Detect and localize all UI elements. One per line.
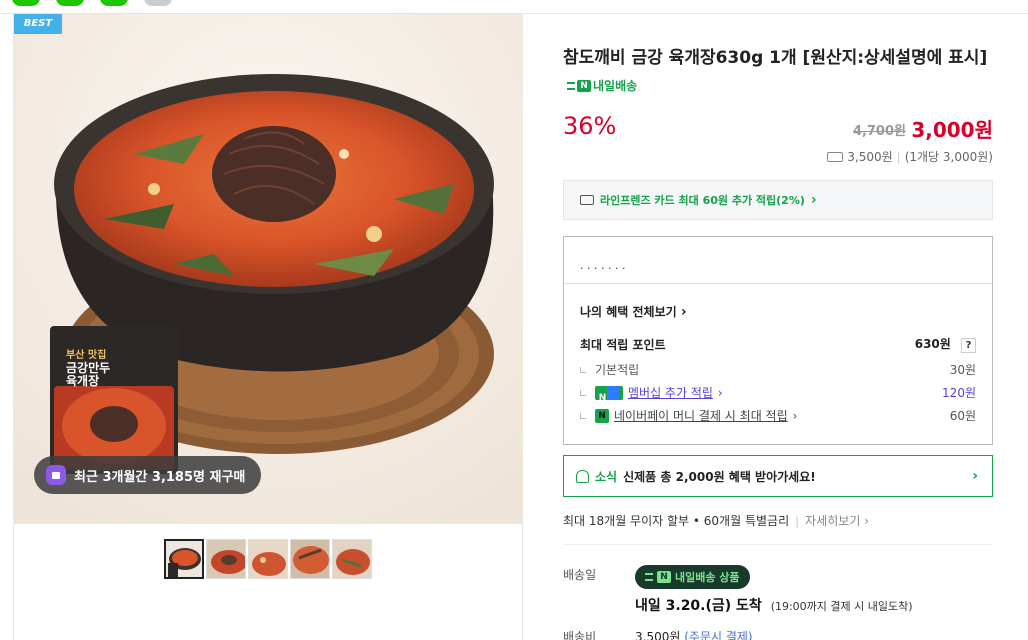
- max-points-value: 630원: [914, 337, 951, 351]
- benefit-box: · · · · · · · 나의 혜택 전체보기 › 최대 적립 포인트 630…: [563, 236, 993, 445]
- basic-points-row: 기본적립 30원: [580, 361, 976, 378]
- naver-pay-icon: N: [595, 408, 609, 423]
- chevron-right-icon: ›: [972, 468, 978, 484]
- thumbnail[interactable]: [164, 539, 204, 579]
- arrival-text: 내일 3.20.(금) 도착: [635, 598, 762, 614]
- chevron-right-icon: ›: [792, 408, 798, 423]
- package-label: 육개장: [66, 374, 100, 388]
- divider: [564, 283, 992, 284]
- credit-card-icon: [580, 195, 594, 205]
- product-title-text: 참도깨비 금강 육개장630g 1개 [원산지:상세설명에 표시]: [563, 48, 988, 68]
- shipping-fee-link[interactable]: (주문시 결제): [684, 630, 752, 640]
- tree-branch-icon: [580, 389, 586, 396]
- thumbnail-image: [207, 540, 245, 578]
- product-page: BEST 부산 맛집 금강만두 육개장 최근 3개월간 3,185명 재구매 참…: [0, 0, 1028, 640]
- shipping-fee-label: 배송비: [563, 630, 597, 640]
- basic-points-value: 30원: [949, 363, 976, 377]
- installment-text: 최대 18개월 무이자 할부 • 60개월 특별금리: [563, 514, 790, 528]
- naver-n-icon: N: [577, 80, 591, 92]
- top-chip[interactable]: [12, 0, 40, 6]
- chevron-right-icon: ›: [810, 192, 817, 208]
- delivery-chip-label: 내일배송 상품: [675, 571, 740, 584]
- card-benefit-banner[interactable]: 라인프렌즈 카드 최대 60원 추가 적립(2%) ›: [563, 180, 993, 220]
- chevron-right-icon: ›: [680, 304, 687, 320]
- clipped-text: · · · · · · ·: [580, 263, 625, 269]
- shipping-summary: 3,500원 | (1개당 3,000원): [827, 148, 993, 165]
- news-text: 신제품 총 2,000원 혜택 받아가세요!: [623, 469, 816, 484]
- top-chip[interactable]: [100, 0, 128, 6]
- repurchase-badge: 최근 3개월간 3,185명 재구매: [34, 456, 262, 494]
- thumbnail[interactable]: [206, 539, 246, 579]
- installment-info: 최대 18개월 무이자 할부 • 60개월 특별금리 | 자세히보기 ›: [563, 512, 869, 529]
- shopping-bag-icon: [46, 465, 66, 485]
- card-benefit-text: 라인프렌즈 카드 최대 60원 추가 적립(2%): [600, 194, 805, 207]
- tomorrow-delivery-tag: N 내일배송: [567, 72, 637, 100]
- news-banner[interactable]: 소식 신제품 총 2,000원 혜택 받아가세요! ›: [563, 455, 993, 497]
- arrival-date: 내일 3.20.(금) 도착 (19:00까지 결제 시 내일도착): [635, 595, 913, 615]
- naverpay-points-value: 60원: [949, 409, 976, 423]
- top-strip: [0, 0, 1028, 14]
- tree-branch-icon: [580, 366, 586, 373]
- view-all-benefits-link[interactable]: 나의 혜택 전체보기 ›: [580, 303, 687, 320]
- membership-points-link[interactable]: 멤버십 추가 적립: [628, 384, 713, 401]
- divider: [563, 544, 993, 545]
- truck-icon: [827, 151, 844, 162]
- top-chip[interactable]: [56, 0, 84, 6]
- top-chip[interactable]: [144, 0, 172, 6]
- news-tag: 소식: [595, 469, 618, 484]
- product-title: 참도깨비 금강 육개장630g 1개 [원산지:상세설명에 표시] N 내일배송: [563, 44, 993, 100]
- thumbnail-image: [249, 540, 287, 578]
- thumbnail-image: [333, 540, 371, 578]
- thumbnail-image: [291, 540, 329, 578]
- original-price: 4,700원: [852, 124, 906, 139]
- best-badge: BEST: [14, 14, 62, 34]
- unit-price: (1개당 3,000원): [904, 150, 993, 164]
- sale-price: 3,000원: [911, 118, 993, 142]
- installment-detail-link[interactable]: 자세히보기 ›: [805, 512, 869, 529]
- bell-icon: [576, 469, 589, 483]
- max-points-row: 최대 적립 포인트 630원 ?: [580, 335, 976, 353]
- membership-points-value: 120원: [942, 386, 976, 400]
- membership-points-row: N 멤버십 추가 적립 › 120원: [580, 384, 976, 403]
- tomorrow-delivery-chip: N 내일배송 상품: [635, 565, 750, 589]
- naverpay-points-row: N 네이버페이 머니 결제 시 최대 적립 › 60원: [580, 407, 976, 424]
- separator: |: [795, 513, 800, 528]
- chevron-right-icon: ›: [717, 385, 723, 400]
- wing-icon: [567, 82, 575, 90]
- image-pane: BEST 부산 맛집 금강만두 육개장 최근 3개월간 3,185명 재구매: [13, 14, 523, 640]
- naverpay-points-link[interactable]: 네이버페이 머니 결제 시 최대 적립: [614, 407, 788, 424]
- repurchase-text: 최근 3개월간 3,185명 재구매: [74, 469, 246, 485]
- thumbnail[interactable]: [248, 539, 288, 579]
- thumbnail[interactable]: [290, 539, 330, 579]
- tree-branch-icon: [580, 412, 586, 419]
- shipping-fee-summary: 3,500원: [847, 150, 893, 164]
- shipping-fee-value: 3,500원: [635, 630, 681, 640]
- main-product-image[interactable]: BEST 부산 맛집 금강만두 육개장 최근 3개월간 3,185명 재구매: [14, 14, 523, 524]
- view-all-benefits-label: 나의 혜택 전체보기: [580, 305, 677, 319]
- shipping-fee: 3,500원 (주문시 결제): [635, 628, 753, 640]
- thumbnail-list: [164, 539, 372, 579]
- discount-rate: 36%: [563, 112, 617, 140]
- max-points-label: 최대 적립 포인트: [580, 337, 666, 352]
- basic-points-label: 기본적립: [595, 363, 640, 377]
- naver-plus-membership-icon: N: [595, 385, 623, 403]
- wing-icon: [645, 573, 653, 581]
- delivery-tag-label: 내일배송: [593, 79, 638, 93]
- thumbnail-image: [166, 541, 202, 577]
- shipping-date-label: 배송일: [563, 568, 597, 582]
- max-points-value-wrap: 630원 ?: [915, 335, 976, 353]
- arrival-note: (19:00까지 결제 시 내일도착): [770, 600, 913, 613]
- thumbnail[interactable]: [332, 539, 372, 579]
- naver-n-icon: N: [657, 571, 671, 583]
- help-icon[interactable]: ?: [961, 338, 976, 353]
